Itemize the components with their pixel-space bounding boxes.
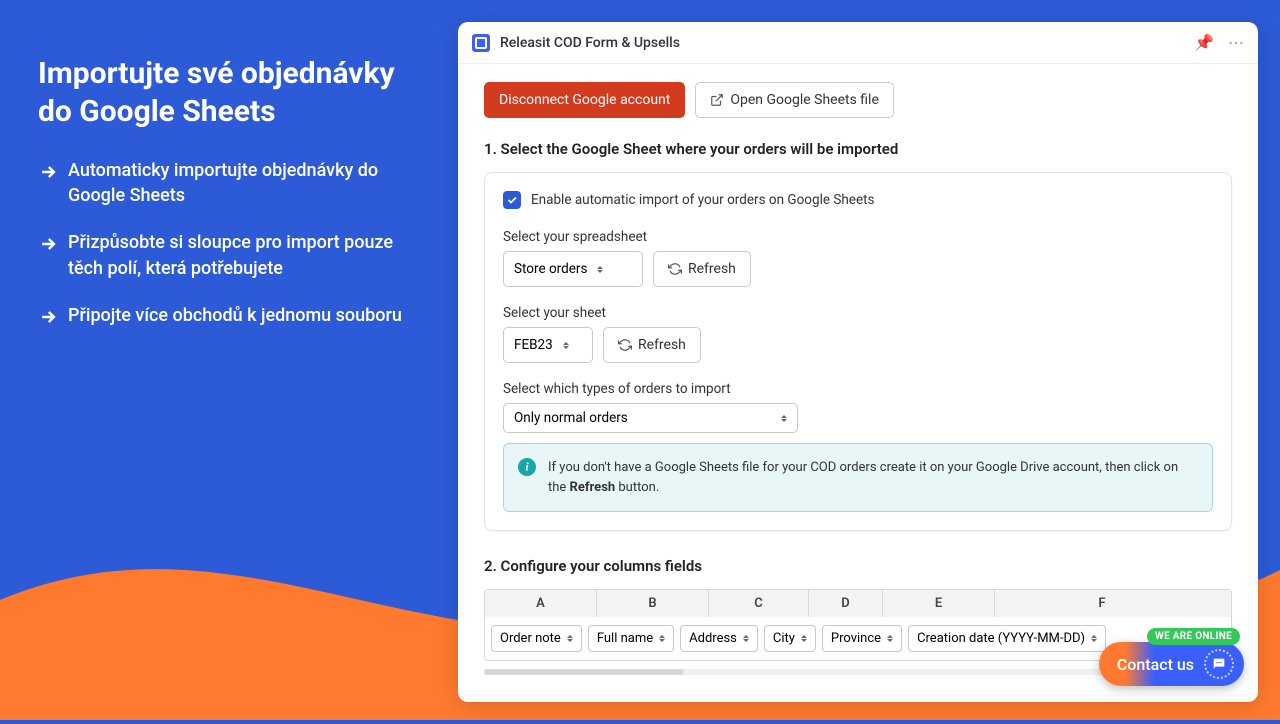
external-link-icon — [710, 93, 724, 107]
arrow-right-icon — [38, 162, 58, 182]
refresh-icon — [668, 262, 682, 276]
titlebar: Releasit COD Form & Upsells 📌 ⋯ — [458, 22, 1258, 64]
app-icon — [472, 34, 490, 52]
sheet-label: Select your sheet — [503, 305, 1213, 321]
feature-text: Automaticky importujte objednávky do Goo… — [68, 158, 418, 208]
app-title: Releasit COD Form & Upsells — [500, 35, 680, 51]
info-text: If you don't have a Google Sheets file f… — [548, 458, 1198, 497]
column-field-select[interactable]: City — [764, 625, 816, 652]
order-types-select[interactable]: Only normal orders — [503, 403, 798, 433]
feature-item: Přizpůsobte si sloupce pro import pouze … — [38, 230, 418, 280]
info-banner: If you don't have a Google Sheets file f… — [503, 443, 1213, 512]
column-field-select[interactable]: Creation date (YYYY-MM-DD) — [908, 625, 1106, 652]
chat-widget: WE ARE ONLINE Contact us — [1099, 642, 1244, 686]
refresh-spreadsheet-button[interactable]: Refresh — [653, 251, 751, 287]
chevron-updown-icon — [743, 635, 749, 642]
section1-title: 1. Select the Google Sheet where your or… — [484, 140, 1232, 158]
more-icon[interactable]: ⋯ — [1228, 33, 1244, 52]
info-icon — [518, 458, 536, 476]
app-window: Releasit COD Form & Upsells 📌 ⋯ Disconne… — [458, 22, 1258, 702]
column-field-select[interactable]: Full name — [588, 625, 674, 652]
chat-icon — [1204, 649, 1234, 679]
online-badge: WE ARE ONLINE — [1147, 628, 1240, 645]
spreadsheet-select[interactable]: Store orders — [503, 251, 643, 287]
contact-us-button[interactable]: Contact us — [1099, 642, 1244, 686]
sheet-select[interactable]: FEB23 — [503, 327, 593, 363]
open-sheets-button[interactable]: Open Google Sheets file — [695, 82, 894, 118]
types-label: Select which types of orders to import — [503, 381, 1213, 397]
column-header: B — [597, 590, 709, 617]
feature-item: Automaticky importujte objednávky do Goo… — [38, 158, 418, 208]
chevron-updown-icon — [563, 342, 569, 349]
disconnect-button[interactable]: Disconnect Google account — [484, 82, 685, 118]
arrow-right-icon — [38, 234, 58, 254]
column-header: E — [883, 590, 995, 617]
column-field-select[interactable]: Address — [680, 625, 758, 652]
refresh-icon — [618, 338, 632, 352]
column-header: F — [995, 590, 1209, 617]
refresh-sheet-button[interactable]: Refresh — [603, 327, 701, 363]
chevron-updown-icon — [597, 266, 603, 273]
feature-text: Přizpůsobte si sloupce pro import pouze … — [68, 230, 418, 280]
column-field-select[interactable]: Order note — [491, 625, 582, 652]
promo-heading: Importujte své objednávky do Google Shee… — [38, 55, 418, 130]
section2-title: 2. Configure your columns fields — [484, 557, 1232, 575]
chevron-updown-icon — [887, 635, 893, 642]
feature-item: Připojte více obchodů k jednomu souboru — [38, 303, 418, 328]
chevron-updown-icon — [1091, 635, 1097, 642]
enable-import-label: Enable automatic import of your orders o… — [531, 192, 875, 208]
column-header: C — [709, 590, 809, 617]
column-header: A — [485, 590, 597, 617]
chat-label: Contact us — [1117, 655, 1194, 674]
feature-text: Připojte více obchodů k jednomu souboru — [68, 303, 402, 328]
chevron-updown-icon — [801, 635, 807, 642]
chevron-updown-icon — [659, 635, 665, 642]
enable-import-checkbox[interactable] — [503, 191, 521, 209]
column-header: D — [809, 590, 883, 617]
column-field-select[interactable]: Province — [822, 625, 902, 652]
chevron-updown-icon — [567, 635, 573, 642]
arrow-right-icon — [38, 307, 58, 327]
pin-icon[interactable]: 📌 — [1194, 33, 1214, 52]
chevron-updown-icon — [781, 415, 787, 422]
spreadsheet-label: Select your spreadsheet — [503, 229, 1213, 245]
